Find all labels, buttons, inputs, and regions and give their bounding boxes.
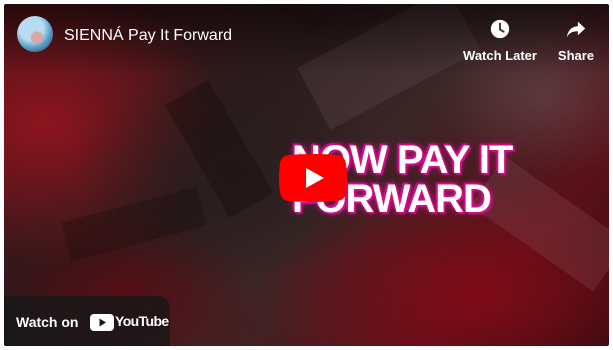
watch-on-label: Watch on xyxy=(16,314,79,330)
play-button-icon[interactable] xyxy=(279,154,347,202)
channel-avatar[interactable] xyxy=(17,16,53,52)
video-title[interactable]: SIENNÁ Pay It Forward xyxy=(64,27,232,45)
video-player[interactable]: NOW PAY IT FORWARD SIENNÁ Pay It Forward… xyxy=(4,4,609,346)
player-header: SIENNÁ Pay It Forward Watch Later Share xyxy=(4,4,609,64)
clock-icon xyxy=(490,19,510,39)
share-label: Share xyxy=(557,48,595,63)
watch-later-button[interactable]: Watch Later xyxy=(460,18,540,63)
share-arrow-icon xyxy=(566,21,586,38)
watch-on-youtube-button[interactable]: Watch on YouTube xyxy=(4,296,170,346)
youtube-wordmark: YouTube xyxy=(115,313,169,329)
watch-later-label: Watch Later xyxy=(463,48,537,63)
youtube-logo-icon xyxy=(90,314,114,331)
share-button[interactable]: Share xyxy=(551,18,601,63)
background-shard xyxy=(61,186,207,262)
